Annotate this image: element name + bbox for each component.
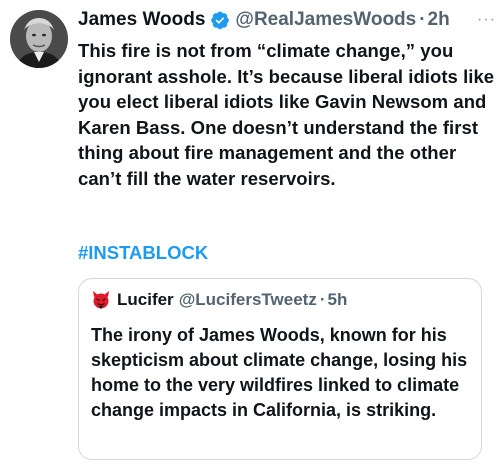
quoted-separator-dot: ·: [319, 290, 326, 309]
author-avatar[interactable]: [10, 10, 68, 68]
tweet-header: James Woods @RealJamesWoods · 2h ···: [78, 8, 496, 32]
more-options-icon[interactable]: ···: [477, 8, 496, 32]
quoted-tweet-text: The irony of James Woods, known for his …: [91, 325, 468, 420]
quoted-tweet-header: Lucifer @LucifersTweetz · 5h: [91, 289, 473, 311]
quoted-author-name[interactable]: Lucifer: [117, 289, 174, 311]
tweet-timestamp[interactable]: 2h: [428, 8, 450, 32]
tweet-text: This fire is not from “climate change,” …: [78, 40, 495, 189]
author-name[interactable]: James Woods: [78, 8, 205, 32]
separator-dot: ·: [419, 9, 426, 30]
quoted-tweet-timestamp[interactable]: 5h: [327, 289, 347, 311]
tweet-card[interactable]: James Woods @RealJamesWoods · 2h ··· Thi…: [0, 0, 500, 465]
author-handle[interactable]: @RealJamesWoods: [235, 8, 416, 32]
hashtag-link[interactable]: #INSTABLOCK: [78, 240, 208, 265]
devil-avatar-icon[interactable]: [91, 290, 111, 310]
verified-badge-icon: [210, 10, 230, 30]
quoted-author-handle[interactable]: @LucifersTweetz: [179, 289, 317, 311]
profile-photo-icon: [10, 10, 68, 68]
quoted-tweet[interactable]: Lucifer @LucifersTweetz · 5h The irony o…: [78, 278, 482, 460]
